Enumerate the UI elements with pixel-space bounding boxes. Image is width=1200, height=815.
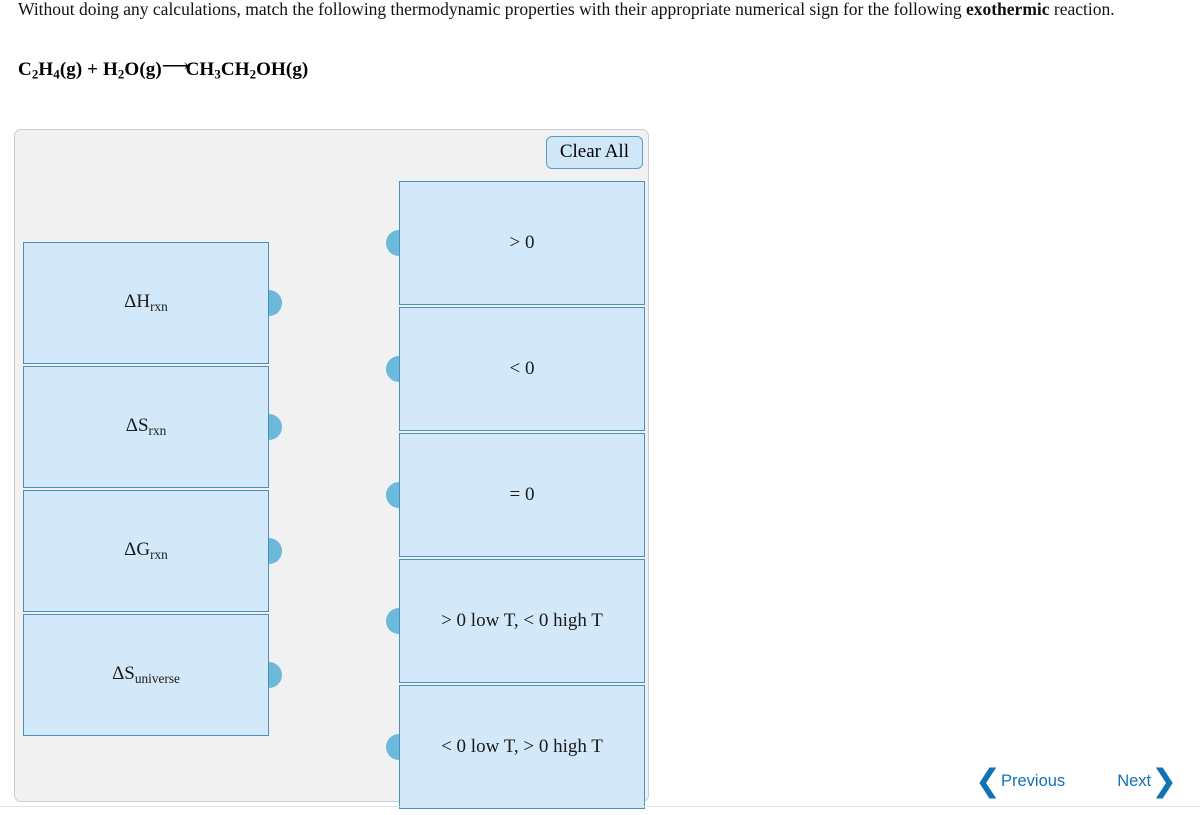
delta-h-rxn-subscript: rxn	[150, 298, 168, 314]
product-ch3: CH	[185, 59, 215, 80]
previous-button[interactable]: ❮ Previous	[975, 762, 1066, 798]
connector-knob-icon[interactable]	[269, 662, 282, 688]
reactant1-h: H	[38, 59, 54, 80]
question-prompt: Without doing any calculations, match th…	[18, 0, 1138, 22]
product-ch2: CH	[220, 59, 250, 80]
chevron-right-icon: ❯	[1151, 762, 1178, 798]
clear-all-button[interactable]: Clear All	[545, 136, 643, 169]
question-navigation: ❮ Previous Next ❯	[975, 762, 1178, 800]
product-oh: OH	[256, 59, 286, 80]
delta-s-rxn-label: ΔSrxn	[126, 415, 167, 439]
match-item-equal-zero[interactable]: = 0	[386, 433, 645, 557]
delta-s-universe-subscript: universe	[134, 670, 180, 686]
connector-knob-icon[interactable]	[386, 230, 399, 256]
delta-g-rxn-label: ΔGrxn	[124, 539, 168, 563]
match-item-delta-s-universe[interactable]: ΔSuniverse	[23, 614, 282, 736]
connector-knob-icon[interactable]	[269, 290, 282, 316]
connector-knob-icon[interactable]	[386, 482, 399, 508]
product-ethanol: CH3CH2OH(g)	[185, 59, 309, 81]
match-item-delta-s-rxn[interactable]: ΔSrxn	[23, 366, 282, 488]
connector-knob-icon[interactable]	[386, 734, 399, 760]
reactant2-o: O	[124, 59, 140, 80]
reaction-arrow-icon: ⟶	[161, 56, 189, 78]
connector-knob-icon[interactable]	[269, 414, 282, 440]
delta-h-rxn-symbol: ΔH	[124, 291, 151, 312]
delta-g-rxn-symbol: ΔG	[124, 539, 151, 560]
properties-column: ΔHrxn ΔSrxn ΔGrxn ΔSuniverse	[23, 242, 282, 738]
next-button-label: Next	[1117, 771, 1152, 790]
product-state: (g)	[285, 59, 309, 80]
reactant-ethylene: C2H4(g)	[18, 59, 83, 81]
delta-h-rxn-label: ΔHrxn	[124, 291, 168, 315]
previous-button-label: Previous	[1000, 771, 1066, 790]
match-item-pos-low-neg-high[interactable]: > 0 low T, < 0 high T	[386, 559, 645, 683]
reactant2-state: (g)	[139, 59, 162, 80]
delta-s-universe-label: ΔSuniverse	[112, 663, 180, 687]
delta-s-rxn-subscript: rxn	[148, 422, 167, 438]
match-item-delta-g-rxn[interactable]: ΔGrxn	[23, 490, 282, 612]
prompt-text-part2: reaction.	[1049, 0, 1115, 19]
reactant-water: H2O(g)	[102, 59, 162, 81]
reactant1-c: C	[18, 59, 32, 80]
chemical-equation: C2H4(g) + H2O(g)⟶CH3CH2OH(g)	[18, 56, 309, 82]
connector-knob-icon[interactable]	[269, 538, 282, 564]
match-item-greater-than-zero[interactable]: > 0	[386, 181, 645, 305]
match-item-delta-h-rxn[interactable]: ΔHrxn	[23, 242, 282, 364]
delta-s-universe-symbol: ΔS	[112, 663, 135, 684]
pos-low-neg-high-label: > 0 low T, < 0 high T	[441, 610, 603, 631]
matching-panel: Clear All ΔHrxn ΔSrxn ΔGrxn ΔSuniverse >…	[14, 129, 649, 809]
delta-s-rxn-symbol: ΔS	[125, 415, 149, 436]
equal-zero-label: = 0	[509, 484, 535, 505]
match-item-less-than-zero[interactable]: < 0	[386, 307, 645, 431]
connector-knob-icon[interactable]	[386, 608, 399, 634]
greater-than-zero-label: > 0	[509, 232, 535, 253]
neg-low-pos-high-label: < 0 low T, > 0 high T	[441, 736, 603, 757]
prompt-emphasis-exothermic: exothermic	[965, 0, 1050, 19]
delta-g-rxn-subscript: rxn	[150, 546, 168, 562]
next-button[interactable]: Next ❯	[1117, 762, 1178, 798]
less-than-zero-label: < 0	[509, 358, 535, 379]
connector-knob-icon[interactable]	[386, 356, 399, 382]
signs-column: > 0 < 0 = 0 > 0 low T, < 0 high T < 0 lo…	[386, 181, 645, 811]
equation-plus: +	[87, 59, 99, 80]
reactant2-h: H	[102, 59, 118, 80]
chevron-left-icon: ❮	[975, 762, 1001, 798]
match-item-neg-low-pos-high[interactable]: < 0 low T, > 0 high T	[386, 685, 645, 809]
prompt-text-part1: Without doing any calculations, match th…	[18, 0, 966, 19]
page-separator	[0, 806, 1200, 807]
reactant1-state: (g)	[59, 59, 83, 80]
